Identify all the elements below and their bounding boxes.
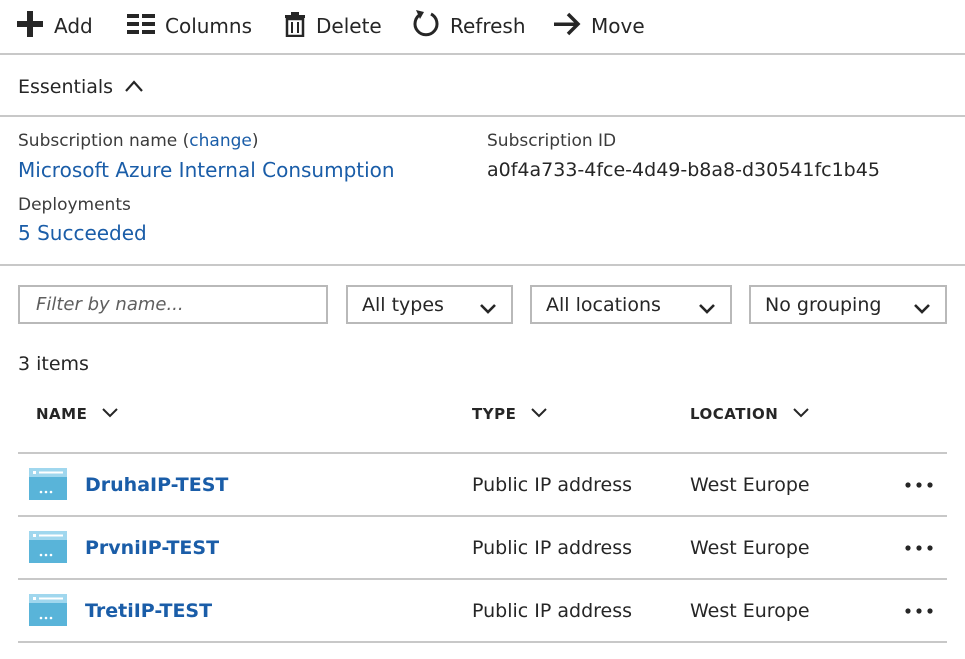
plus-icon (16, 10, 44, 42)
columns-button[interactable]: Columns (127, 8, 252, 44)
sort-chevron-icon (101, 405, 119, 423)
essentials-toggle[interactable]: Essentials (0, 56, 965, 117)
resource-name-link[interactable]: DruhaIP-TEST (85, 474, 228, 496)
subscription-name-label-close: ) (251, 131, 259, 151)
type-filter-value: All types (362, 293, 444, 316)
grouping-value: No grouping (765, 293, 882, 316)
column-header-name-label: NAME (36, 405, 88, 423)
change-subscription-link[interactable]: change (189, 131, 252, 151)
refresh-label: Refresh (450, 14, 526, 38)
subscription-name-label: Subscription name (change) (18, 131, 259, 151)
public-ip-address-icon (29, 531, 67, 567)
resource-location: West Europe (690, 600, 810, 622)
ellipsis-icon[interactable] (902, 538, 938, 558)
filter-by-name-input[interactable] (18, 285, 328, 324)
deployments-link[interactable]: 5 Succeeded (18, 221, 147, 245)
location-filter-value: All locations (546, 293, 661, 316)
ellipsis-icon[interactable] (902, 475, 938, 495)
type-filter-dropdown[interactable]: All types (346, 285, 513, 324)
subscription-name-label-text: Subscription name ( (18, 131, 190, 151)
table-row[interactable]: TretiIP-TEST Public IP address West Euro… (18, 580, 947, 641)
delete-label: Delete (316, 14, 382, 38)
chevron-up-icon[interactable] (124, 78, 144, 97)
public-ip-address-icon (29, 468, 67, 504)
sort-chevron-icon (530, 405, 548, 423)
deployments-label: Deployments (18, 195, 131, 215)
ellipsis-icon[interactable] (902, 601, 938, 621)
location-filter-dropdown[interactable]: All locations (530, 285, 732, 324)
sort-chevron-icon (792, 405, 810, 423)
resource-type: Public IP address (472, 537, 633, 559)
move-button[interactable]: Move (553, 8, 645, 44)
arrow-right-icon (553, 12, 581, 40)
resource-location: West Europe (690, 537, 810, 559)
columns-label: Columns (165, 14, 253, 38)
essentials-title: Essentials (18, 76, 114, 98)
column-header-name[interactable]: NAME (36, 405, 119, 423)
trash-icon (284, 11, 306, 41)
add-button[interactable]: Add (16, 8, 93, 44)
column-header-location-label: LOCATION (690, 405, 779, 423)
essentials-panel: Subscription name (change) Microsoft Azu… (0, 118, 965, 266)
refresh-button[interactable]: Refresh (412, 8, 526, 44)
column-header-location[interactable]: LOCATION (690, 405, 810, 423)
delete-button[interactable]: Delete (284, 8, 382, 44)
refresh-icon (412, 9, 440, 43)
resource-name-link[interactable]: TretiIP-TEST (85, 600, 212, 622)
move-label: Move (591, 14, 645, 38)
columns-icon (127, 13, 155, 39)
grouping-dropdown[interactable]: No grouping (749, 285, 947, 324)
table-divider (18, 641, 947, 643)
chevron-down-icon (698, 298, 716, 320)
column-header-type-label: TYPE (472, 405, 517, 423)
resource-type: Public IP address (472, 474, 633, 496)
table-row[interactable]: DruhaIP-TEST Public IP address West Euro… (18, 454, 947, 515)
subscription-id-label: Subscription ID (487, 131, 617, 151)
chevron-down-icon (479, 298, 497, 320)
add-label: Add (54, 14, 93, 38)
resource-type: Public IP address (472, 600, 633, 622)
command-bar: Add Columns Delete Refresh Move (0, 0, 965, 55)
subscription-name-link[interactable]: Microsoft Azure Internal Consumption (18, 158, 395, 182)
public-ip-address-icon (29, 594, 67, 630)
items-count: 3 items (18, 353, 89, 375)
resource-location: West Europe (690, 474, 810, 496)
table-row[interactable]: PrvniIP-TEST Public IP address West Euro… (18, 517, 947, 578)
column-header-type[interactable]: TYPE (472, 405, 548, 423)
resource-name-link[interactable]: PrvniIP-TEST (85, 537, 219, 559)
subscription-id-value: a0f4a733-4fce-4d49-b8a8-d30541fc1b45 (487, 159, 880, 181)
chevron-down-icon (913, 298, 931, 320)
